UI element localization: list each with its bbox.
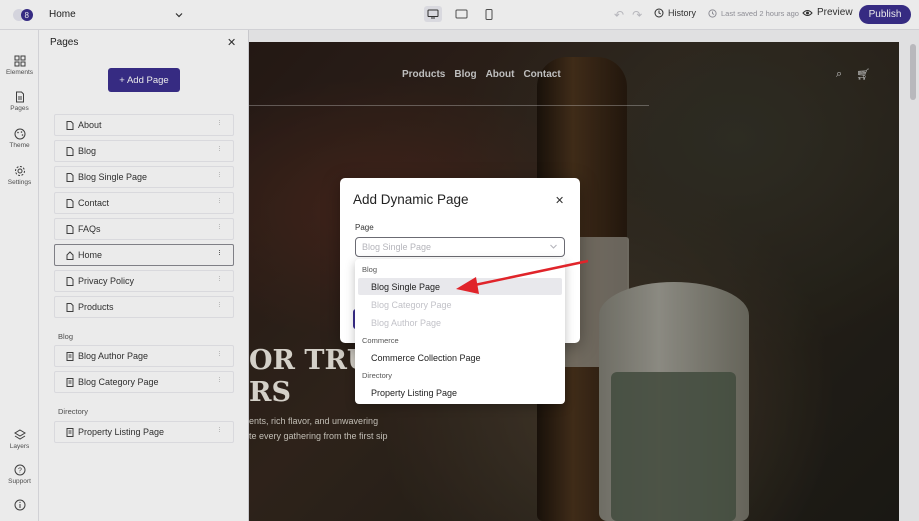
dropdown-option-blog-single-page[interactable]: Blog Single Page (358, 278, 562, 295)
dropdown-option-commerce-collection-page[interactable]: Commerce Collection Page (358, 349, 562, 366)
page-select-input[interactable]: Blog Single Page (355, 237, 565, 257)
dropdown-group-label: Commerce (362, 336, 399, 345)
page-select-dropdown: Blog Blog Single Page Blog Category Page… (355, 259, 565, 404)
page-field-label: Page (355, 223, 374, 232)
page-select-placeholder: Blog Single Page (362, 242, 432, 252)
dialog-title: Add Dynamic Page (353, 192, 469, 207)
close-icon[interactable]: ✕ (555, 194, 564, 207)
dropdown-group-label: Blog (362, 265, 378, 274)
dropdown-group-label: Directory (362, 371, 393, 380)
chevron-down-icon (550, 244, 557, 249)
dropdown-option-property-listing-page[interactable]: Property Listing Page (358, 384, 562, 401)
dropdown-option-blog-author-page: Blog Author Page (371, 317, 442, 328)
dropdown-option-blog-category-page: Blog Category Page (371, 299, 452, 310)
